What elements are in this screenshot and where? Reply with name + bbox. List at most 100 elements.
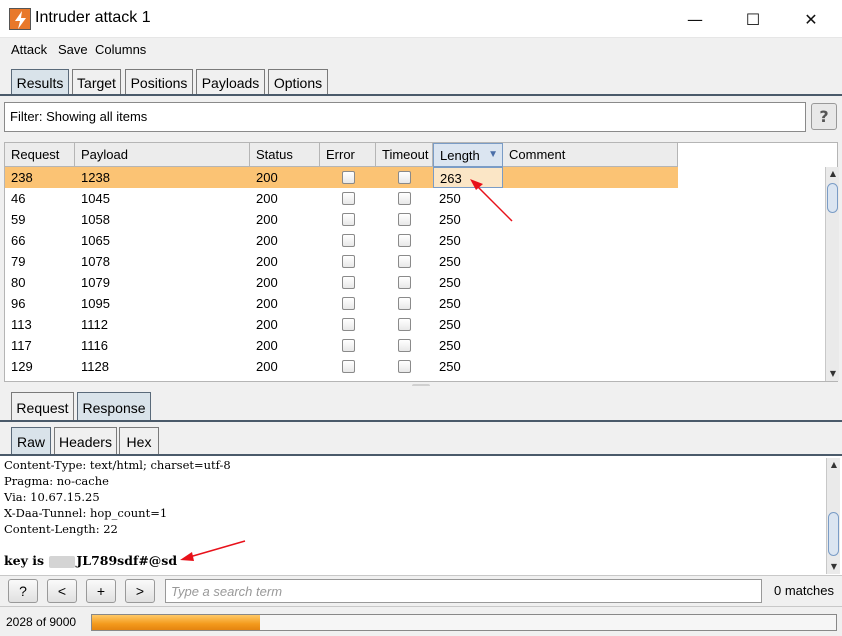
filter-bar[interactable]: Filter: Showing all items — [4, 102, 806, 132]
cell-payload: 1112 — [81, 317, 108, 332]
tab-options[interactable]: Options — [268, 69, 328, 96]
tab-target[interactable]: Target — [72, 69, 121, 96]
status-bar: 2028 of 9000 — [0, 606, 842, 636]
col-payload[interactable]: Payload — [75, 143, 250, 167]
col-request[interactable]: Request — [5, 143, 75, 167]
timeout-checkbox[interactable] — [398, 171, 411, 184]
response-line: Content-Type: text/html; charset=utf-8 — [4, 458, 231, 472]
cell-request: 46 — [11, 191, 26, 206]
tab-hex[interactable]: Hex — [119, 427, 159, 456]
col-comment[interactable]: Comment — [503, 143, 678, 167]
scroll-thumb[interactable] — [828, 512, 839, 556]
response-body[interactable]: Content-Type: text/html; charset=utf-8 P… — [0, 456, 842, 576]
table-row[interactable]: 79 1078 200 250 — [5, 251, 678, 272]
tab-request[interactable]: Request — [11, 392, 74, 422]
search-next-button[interactable]: > — [125, 579, 155, 603]
cell-status: 200 — [256, 170, 278, 185]
table-row[interactable]: 129 1128 200 250 — [5, 356, 678, 377]
error-checkbox[interactable] — [342, 171, 355, 184]
cell-length: 250 — [439, 359, 461, 374]
error-checkbox[interactable] — [342, 360, 355, 373]
col-length-label: Length — [440, 148, 480, 163]
table-row[interactable]: 80 1079 200 250 — [5, 272, 678, 293]
error-checkbox[interactable] — [342, 213, 355, 226]
search-help-button[interactable]: ? — [8, 579, 38, 603]
cell-request: 59 — [11, 212, 26, 227]
cell-length: 250 — [439, 296, 461, 311]
tab-headers[interactable]: Headers — [54, 427, 117, 456]
tab-positions[interactable]: Positions — [125, 69, 193, 96]
scroll-up-icon[interactable]: ▲ — [827, 458, 841, 472]
close-button[interactable]: ✕ — [788, 0, 834, 38]
cell-request: 96 — [11, 296, 26, 311]
progress-fill — [92, 615, 260, 630]
table-row[interactable]: 96 1095 200 250 — [5, 293, 678, 314]
search-prev-button[interactable]: < — [47, 579, 77, 603]
timeout-checkbox[interactable] — [398, 297, 411, 310]
cell-status: 200 — [256, 275, 278, 290]
menu-columns[interactable]: Columns — [95, 42, 146, 57]
col-length[interactable]: Length ▼ — [433, 143, 503, 167]
cell-status: 200 — [256, 233, 278, 248]
error-checkbox[interactable] — [342, 297, 355, 310]
table-row[interactable]: 117 1116 200 250 — [5, 335, 678, 356]
maximize-button[interactable]: ☐ — [730, 0, 776, 38]
cell-status: 200 — [256, 254, 278, 269]
timeout-checkbox[interactable] — [398, 339, 411, 352]
table-row[interactable]: 238 1238 200 263 — [5, 167, 678, 188]
match-count: 0 matches — [774, 583, 834, 598]
col-error[interactable]: Error — [320, 143, 376, 167]
cell-payload: 1045 — [81, 191, 110, 206]
table-row[interactable]: 59 1058 200 250 — [5, 209, 678, 230]
error-checkbox[interactable] — [342, 192, 355, 205]
table-row[interactable]: 46 1045 200 250 — [5, 188, 678, 209]
table-row[interactable]: 66 1065 200 250 — [5, 230, 678, 251]
error-checkbox[interactable] — [342, 255, 355, 268]
scroll-down-icon[interactable]: ▼ — [827, 560, 841, 574]
menu-attack[interactable]: Attack — [11, 42, 47, 57]
timeout-checkbox[interactable] — [398, 276, 411, 289]
search-add-button[interactable]: + — [86, 579, 116, 603]
table-row[interactable]: 113 1112 200 250 — [5, 314, 678, 335]
timeout-checkbox[interactable] — [398, 318, 411, 331]
results-scrollbar[interactable]: ▲ ▼ — [825, 167, 839, 381]
key-value: JL789sdf#@sd — [76, 553, 178, 568]
error-checkbox[interactable] — [342, 318, 355, 331]
cell-payload: 1238 — [81, 170, 110, 185]
help-button[interactable]: ? — [811, 103, 837, 130]
error-checkbox[interactable] — [342, 276, 355, 289]
timeout-checkbox[interactable] — [398, 234, 411, 247]
timeout-checkbox[interactable] — [398, 255, 411, 268]
tab-response[interactable]: Response — [77, 392, 151, 422]
redacted-block — [49, 555, 76, 568]
cell-request: 80 — [11, 275, 26, 290]
timeout-checkbox[interactable] — [398, 213, 411, 226]
search-input[interactable]: Type a search term — [165, 579, 762, 603]
cell-status: 200 — [256, 359, 278, 374]
col-timeout[interactable]: Timeout — [376, 143, 433, 167]
scroll-thumb[interactable] — [827, 183, 838, 213]
response-line: X-Daa-Tunnel: hop_count=1 — [4, 506, 168, 520]
request-response-tabs: Request Response — [0, 386, 842, 422]
cell-length: 250 — [439, 233, 461, 248]
cell-status: 200 — [256, 212, 278, 227]
timeout-checkbox[interactable] — [398, 192, 411, 205]
minimize-button[interactable]: — — [672, 0, 718, 38]
menu-save[interactable]: Save — [58, 42, 88, 57]
cell-status: 200 — [256, 338, 278, 353]
response-scrollbar[interactable]: ▲ ▼ — [826, 458, 840, 574]
timeout-checkbox[interactable] — [398, 360, 411, 373]
error-checkbox[interactable] — [342, 234, 355, 247]
error-checkbox[interactable] — [342, 339, 355, 352]
request-progress-text: 2028 of 9000 — [6, 615, 77, 629]
tab-payloads[interactable]: Payloads — [196, 69, 265, 96]
tab-raw[interactable]: Raw — [11, 427, 51, 456]
view-tabs: Raw Headers Hex — [0, 422, 842, 456]
col-status[interactable]: Status — [250, 143, 320, 167]
scroll-up-icon[interactable]: ▲ — [826, 167, 840, 181]
cell-payload: 1058 — [81, 212, 110, 227]
tab-results[interactable]: Results — [11, 69, 69, 96]
cell-length: 250 — [439, 317, 461, 332]
cell-length: 250 — [439, 212, 461, 227]
scroll-down-icon[interactable]: ▼ — [826, 367, 840, 381]
